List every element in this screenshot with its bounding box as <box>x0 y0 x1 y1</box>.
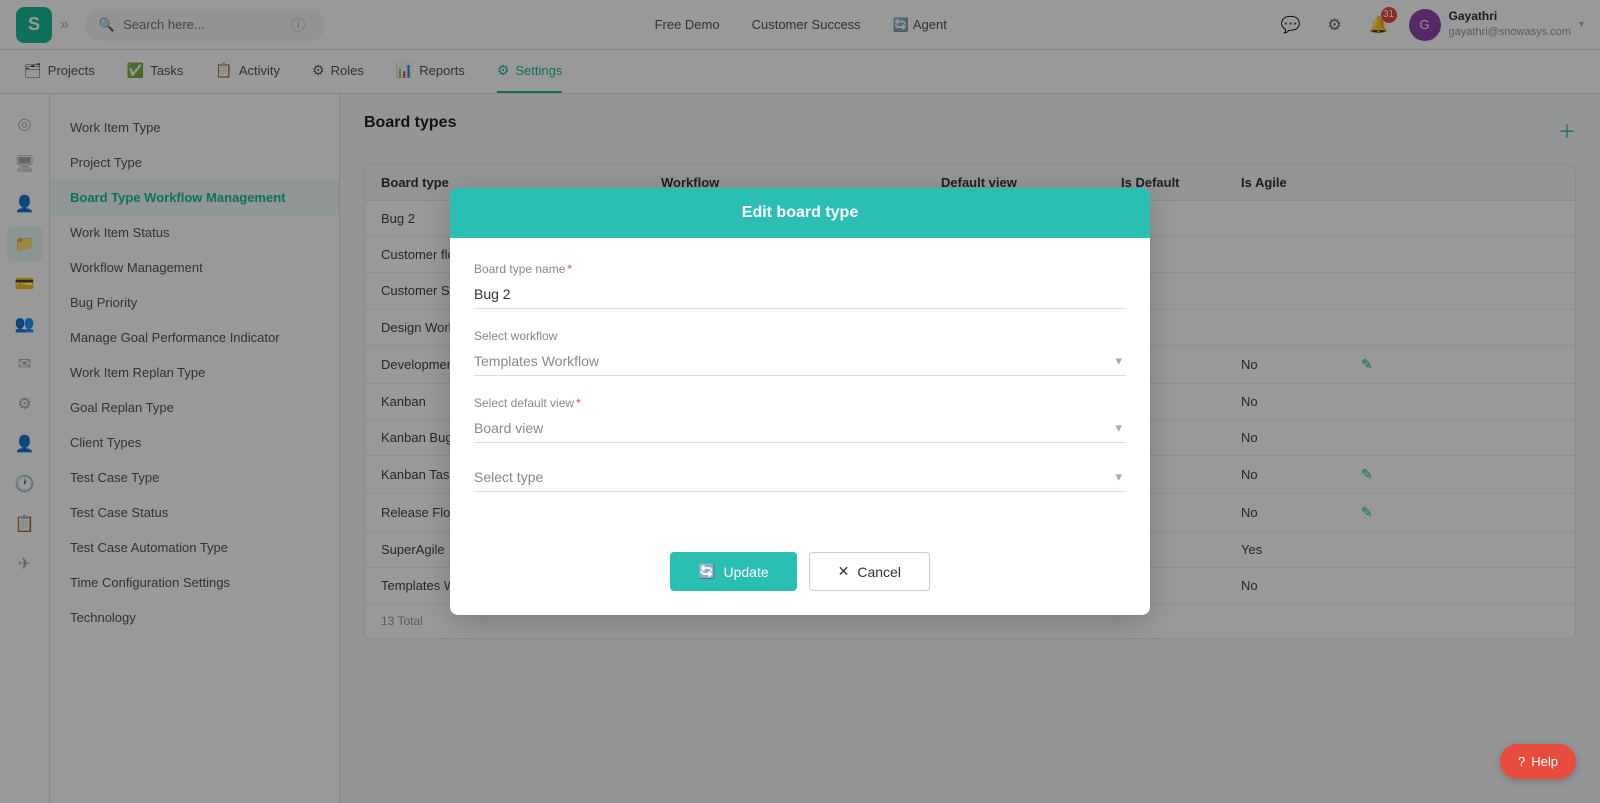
select-type-group: Select type <box>474 463 1126 492</box>
select-default-view-dropdown[interactable]: Board view <box>474 414 1126 443</box>
modal-body: Board type name* Select workflow Templat… <box>450 238 1150 536</box>
modal-overlay[interactable]: Edit board type Board type name* Select … <box>0 0 1600 803</box>
edit-board-type-modal: Edit board type Board type name* Select … <box>450 188 1150 615</box>
board-type-name-input[interactable] <box>474 280 1126 309</box>
board-type-name-label: Board type name* <box>474 262 1126 276</box>
select-default-view-group: Select default view* Board view <box>474 396 1126 443</box>
update-button[interactable]: 🔄 Update <box>670 552 797 591</box>
select-default-view-wrapper: Board view <box>474 414 1126 443</box>
refresh-icon: 🔄 <box>698 563 715 580</box>
modal-footer: 🔄 Update ✕ Cancel <box>450 536 1150 615</box>
modal-header: Edit board type <box>450 188 1150 238</box>
help-button[interactable]: ? Help <box>1500 744 1576 779</box>
select-workflow-label: Select workflow <box>474 329 1126 343</box>
close-icon: ✕ <box>838 563 850 580</box>
cancel-button[interactable]: ✕ Cancel <box>809 552 930 591</box>
select-type-wrapper: Select type <box>474 463 1126 492</box>
help-icon: ? <box>1518 754 1525 769</box>
select-workflow-wrapper: Templates Workflow <box>474 347 1126 376</box>
select-workflow-dropdown[interactable]: Templates Workflow <box>474 347 1126 376</box>
select-workflow-group: Select workflow Templates Workflow <box>474 329 1126 376</box>
select-default-view-label: Select default view* <box>474 396 1126 410</box>
select-type-dropdown[interactable]: Select type <box>474 463 1126 492</box>
board-type-name-group: Board type name* <box>474 262 1126 309</box>
